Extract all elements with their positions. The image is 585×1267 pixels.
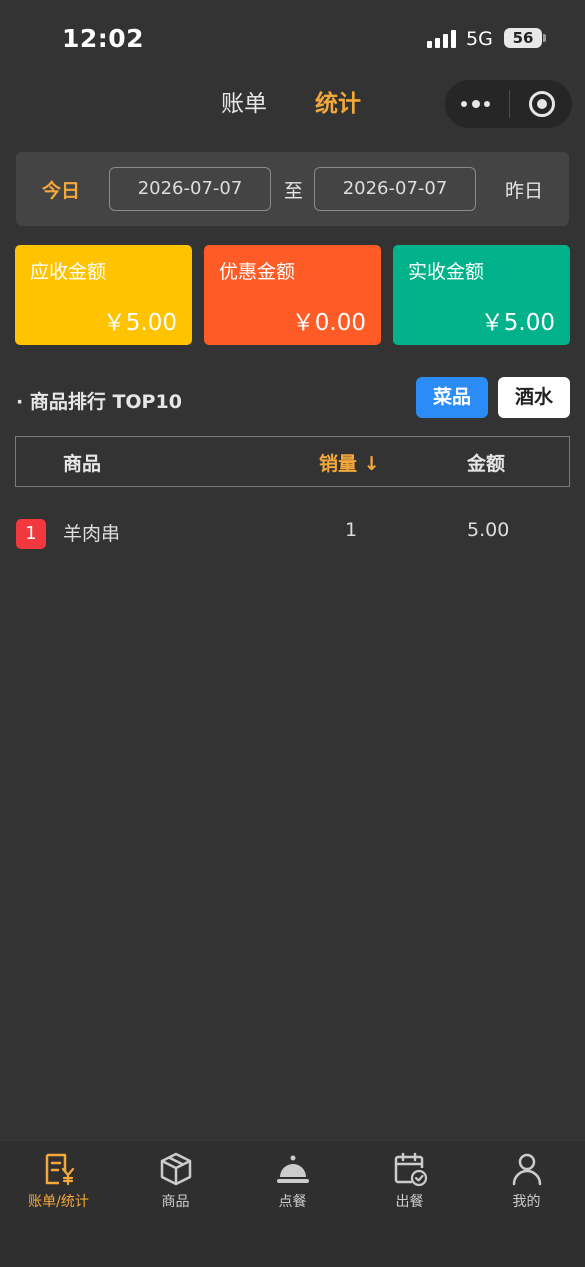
calendar-check-icon bbox=[394, 1152, 428, 1187]
box-icon bbox=[160, 1152, 192, 1186]
tab-bar-item-mine[interactable]: 我的 bbox=[468, 1141, 585, 1221]
signal-icon bbox=[427, 30, 459, 48]
user-icon bbox=[512, 1153, 542, 1186]
tab-statistics[interactable]: 统计 bbox=[315, 86, 361, 122]
product-name: 羊肉串 bbox=[63, 523, 121, 545]
tab-bar-item-bill-stats[interactable]: 账单/统计 bbox=[0, 1141, 117, 1221]
card-value: ￥0.00 bbox=[291, 310, 366, 336]
mini-program-capsule bbox=[445, 80, 572, 128]
tab-bar-label: 账单/统计 bbox=[28, 1194, 89, 1210]
status-time: 12:02 bbox=[62, 24, 145, 53]
battery-icon: 56 bbox=[504, 28, 542, 48]
tab-bar-item-products[interactable]: 商品 bbox=[117, 1141, 234, 1221]
card-label: 优惠金额 bbox=[219, 261, 296, 283]
date-filter-bar: 今日 2026-07-07 至 2026-07-07 昨日 bbox=[16, 152, 569, 226]
rank-badge: 1 bbox=[16, 519, 46, 549]
card-value: ￥5.00 bbox=[480, 310, 555, 336]
column-sales-sort[interactable]: 销量 ↓ bbox=[319, 449, 380, 476]
dishes-filter-button[interactable]: 菜品 bbox=[416, 377, 488, 418]
tab-bar-label: 出餐 bbox=[395, 1194, 424, 1210]
capsule-divider bbox=[509, 90, 510, 118]
tab-bar-label: 商品 bbox=[161, 1194, 190, 1210]
column-amount: 金额 bbox=[467, 453, 506, 475]
sales-quantity: 1 bbox=[345, 519, 358, 541]
network-type: 5G bbox=[466, 28, 493, 50]
yesterday-button[interactable]: 昨日 bbox=[505, 176, 543, 203]
more-icon[interactable] bbox=[461, 94, 495, 114]
tab-bill[interactable]: 账单 bbox=[221, 86, 267, 122]
column-product: 商品 bbox=[63, 453, 102, 475]
card-label: 应收金额 bbox=[30, 261, 107, 283]
today-button[interactable]: 今日 bbox=[42, 176, 80, 203]
tab-bar-item-order[interactable]: 点餐 bbox=[234, 1141, 351, 1221]
card-label: 实收金额 bbox=[408, 261, 485, 283]
tab-bar-label: 我的 bbox=[512, 1194, 541, 1210]
ranking-title: · 商品排行 TOP10 bbox=[16, 391, 182, 413]
bill-yen-icon bbox=[45, 1153, 75, 1186]
discount-amount-card: 优惠金额 ￥0.00 bbox=[204, 245, 381, 345]
start-date-input[interactable]: 2026-07-07 bbox=[109, 167, 271, 211]
sales-amount: 5.00 bbox=[467, 519, 510, 541]
receivable-amount-card: 应收金额 ￥5.00 bbox=[15, 245, 192, 345]
ranking-table-header: 商品 销量 ↓ 金额 bbox=[15, 436, 570, 487]
end-date-input[interactable]: 2026-07-07 bbox=[314, 167, 476, 211]
bottom-tab-bar: 账单/统计 商品 点餐 出餐 我的 bbox=[0, 1140, 585, 1267]
battery-tip bbox=[543, 34, 546, 42]
received-amount-card: 实收金额 ￥5.00 bbox=[393, 245, 570, 345]
table-row: 1 羊肉串 1 5.00 bbox=[15, 505, 570, 557]
tab-bar-item-serve[interactable]: 出餐 bbox=[351, 1141, 468, 1221]
service-bell-icon bbox=[277, 1155, 309, 1183]
card-value: ￥5.00 bbox=[102, 310, 177, 336]
close-mini-program-icon[interactable] bbox=[529, 91, 555, 117]
tab-bar-label: 点餐 bbox=[278, 1194, 307, 1210]
date-separator: 至 bbox=[284, 180, 304, 202]
status-bar: 12:02 5G 56 bbox=[0, 0, 585, 78]
drinks-filter-button[interactable]: 酒水 bbox=[498, 377, 570, 418]
